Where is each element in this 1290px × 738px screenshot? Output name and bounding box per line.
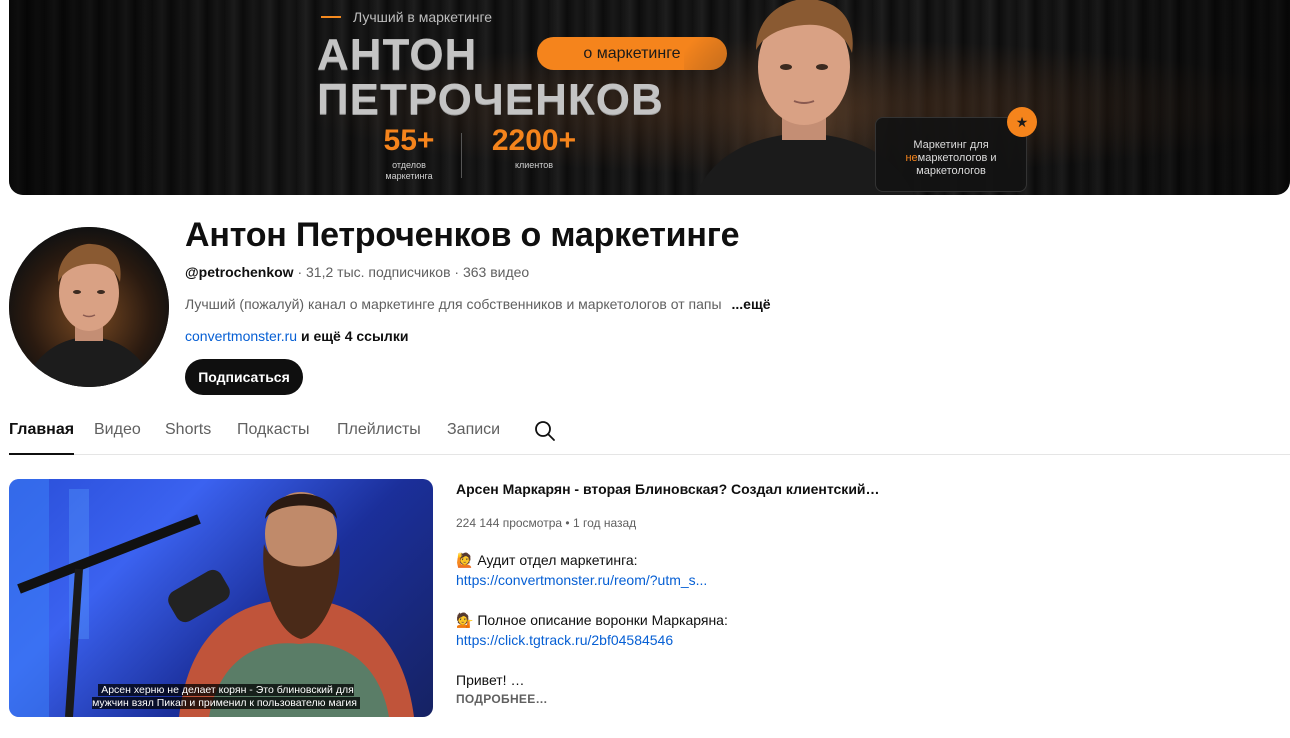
banner-name-line1: АНТОН [317, 30, 478, 79]
banner-tagline: Лучший в маркетинге [321, 9, 492, 25]
banner-card-line2: немаркетологов и [876, 152, 1026, 165]
read-more-button[interactable]: ПОДРОБНЕЕ… [456, 692, 548, 706]
view-count: 224 144 просмотра [456, 516, 563, 530]
banner-stat1-label-2: маркетинга [385, 171, 433, 181]
upload-age: 1 год назад [572, 516, 637, 530]
banner-stat2-label: клиентов [514, 160, 554, 170]
banner-stat-departments: 55+ отделов маркетинга [374, 124, 444, 182]
meta-separator: · [297, 264, 303, 280]
channel-handle: @petrochenkow [185, 264, 294, 280]
desc-spacer [456, 590, 876, 610]
banner-card-accent: не [905, 152, 918, 164]
channel-title: Антон Петроченков о маркетинге [185, 216, 740, 254]
channel-description[interactable]: Лучший (пожалуй) канал о маркетинге для … [185, 296, 771, 312]
channel-tabs: Главная Видео Shorts Подкасты Плейлисты … [9, 408, 1290, 455]
avatar-portrait [9, 227, 169, 387]
desc-greeting-line: Привет! … [456, 672, 525, 688]
thumbnail-scene [9, 479, 414, 717]
banner-info-card: Маркетинг для немаркетологов и маркетоло… [875, 117, 1027, 192]
meta-separator: · [454, 264, 460, 280]
banner-stat1-value: 55+ [383, 124, 435, 157]
subscribe-button[interactable]: Подписаться [185, 359, 303, 395]
desc-audit-link[interactable]: https://convertmonster.ru/reom/?utm_s... [456, 570, 876, 590]
featured-video-thumbnail[interactable]: Арсен херню не делает корян - Это блинов… [9, 479, 433, 717]
desc-funnel-link[interactable]: https://click.tgtrack.ru/2bf04584546 [456, 630, 876, 650]
tab-podcasts[interactable]: Подкасты [237, 421, 309, 455]
banner-tagline-text: Лучший в маркетинге [353, 9, 493, 25]
more-links-button[interactable]: и ещё 4 ссылки [301, 328, 408, 344]
banner-name-line2: ПЕТРОЧЕНКОВ [317, 75, 664, 124]
featured-video-description: 🙋 Аудит отдел маркетинга: https://conver… [456, 550, 876, 690]
tab-shorts[interactable]: Shorts [165, 421, 211, 455]
subscriber-count: 31,2 тыс. подписчиков [306, 264, 451, 280]
channel-links: convertmonster.ru и ещё 4 ссылки [185, 328, 408, 344]
thumbnail-caption: Арсен херню не делает корян - Это блинов… [87, 684, 365, 710]
banner-stat-clients: 2200+ клиентов [479, 124, 589, 171]
desc-audit-line: 🙋 Аудит отдел маркетинга: [456, 552, 638, 568]
featured-video-title[interactable]: Арсен Маркарян - вторая Блиновская? Созд… [456, 481, 880, 497]
tab-home[interactable]: Главная [9, 421, 75, 455]
channel-link[interactable]: convertmonster.ru [185, 328, 297, 344]
tab-videos[interactable]: Видео [94, 421, 141, 455]
desc-spacer [456, 650, 876, 670]
banner-card-line2-rest: маркетологов и [917, 152, 997, 164]
thumbnail-caption-text: Арсен херню не делает корян - Это блинов… [92, 684, 360, 709]
channel-description-text: Лучший (пожалуй) канал о маркетинге для … [185, 296, 722, 312]
star-badge-icon: ★ [1007, 107, 1037, 137]
desc-funnel-line: 💁 Полное описание воронки Маркаряна: [456, 612, 728, 628]
search-icon[interactable] [533, 419, 557, 443]
featured-video-meta: 224 144 просмотра • 1 год назад [456, 516, 636, 530]
banner-card-line1: Маркетинг для [913, 139, 989, 151]
channel-meta: @petrochenkow · 31,2 тыс. подписчиков · … [185, 264, 529, 280]
meta-separator: • [565, 516, 570, 530]
banner-stat-divider [461, 133, 462, 178]
channel-banner: Лучший в маркетинге АНТОН ПЕТРОЧЕНКОВ о … [9, 0, 1290, 195]
banner-card-line3: маркетологов [916, 165, 986, 177]
tab-posts[interactable]: Записи [447, 421, 500, 455]
channel-avatar[interactable] [9, 227, 169, 387]
tab-playlists[interactable]: Плейлисты [337, 421, 421, 455]
banner-tagline-dash [321, 16, 341, 18]
banner-stat1-label-1: отделов [392, 160, 426, 170]
video-count: 363 видео [462, 264, 530, 280]
description-more-button[interactable]: ...ещё [732, 296, 771, 312]
banner-stat2-value: 2200+ [491, 124, 577, 157]
